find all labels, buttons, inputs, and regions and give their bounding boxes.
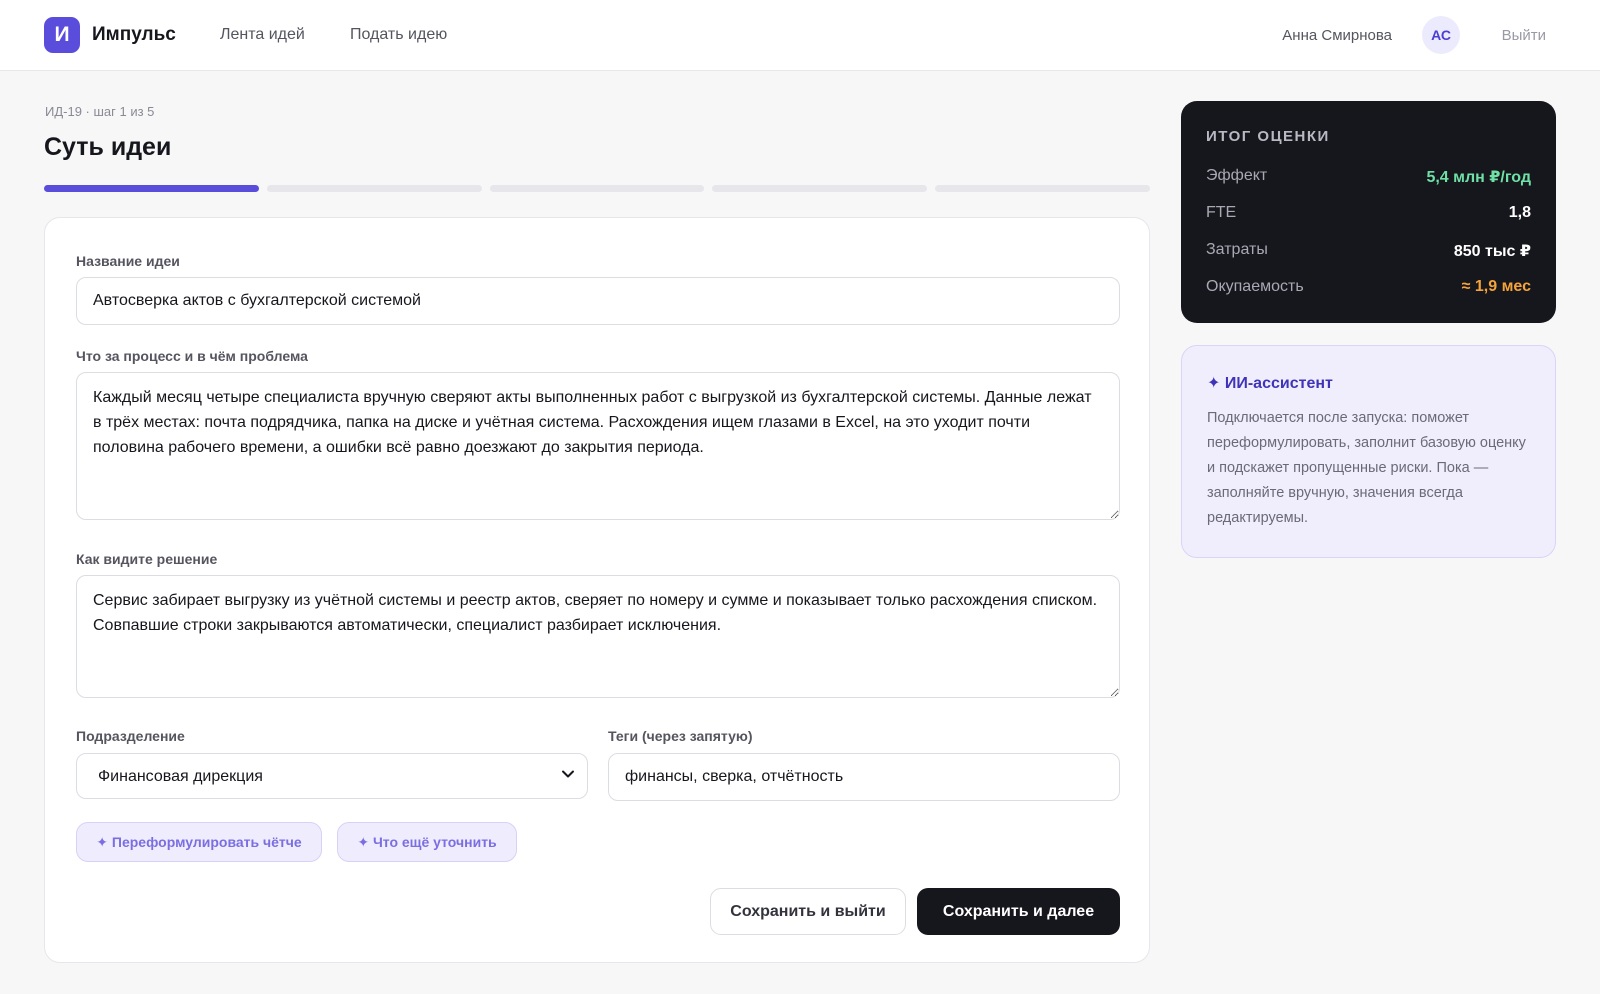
save-and-next-button[interactable]: Сохранить и далее — [917, 888, 1120, 935]
page-title: Суть идеи — [44, 133, 172, 161]
idea-title-label: Название идеи — [76, 253, 180, 269]
ai-assistant-text: Подключается после запуска: поможет пере… — [1207, 410, 1526, 526]
idea-title-input[interactable] — [76, 277, 1120, 325]
save-and-exit-button[interactable]: Сохранить и выйти — [710, 888, 906, 935]
summary-value: ≈ 1,9 мес — [1461, 278, 1531, 295]
tags-input[interactable] — [608, 753, 1120, 801]
department-label: Подразделение — [76, 728, 185, 744]
evaluation-summary-panel: ИТОГ ОЦЕНКИ Эффект 5,4 млн ₽/год FTE 1,8… — [1181, 101, 1556, 323]
step-segment-3 — [489, 185, 705, 192]
summary-title: ИТОГ ОЦЕНКИ — [1206, 128, 1330, 145]
summary-row-fte: FTE 1,8 — [1206, 202, 1531, 224]
solution-label: Как видите решение — [76, 551, 218, 567]
problem-label: Что за процесс и в чём проблема — [76, 348, 308, 364]
nav-submit-idea[interactable]: Подать идею — [350, 26, 447, 44]
step-segment-2 — [266, 185, 482, 192]
step-segment-4 — [712, 185, 928, 192]
summary-row-payback: Окупаемость ≈ 1,9 мес — [1206, 276, 1531, 298]
problem-textarea[interactable]: Каждый месяц четыре специалиста вручную … — [76, 372, 1120, 520]
idea-form-card: Название идеи Что за процесс и в чём про… — [44, 217, 1150, 963]
solution-textarea[interactable]: Сервис забирает выгрузку из учётной сист… — [76, 575, 1120, 698]
clarify-button[interactable]: ✦ Что ещё уточнить — [337, 822, 517, 862]
logo-icon[interactable]: И — [44, 17, 80, 53]
tags-label: Теги (через запятую) — [608, 728, 753, 744]
summary-row-costs: Затраты 850 тыс ₽ — [1206, 239, 1531, 261]
summary-label: FTE — [1206, 204, 1237, 221]
department-select[interactable]: Финансовая дирекция — [76, 753, 588, 799]
breadcrumb: ИД-19 · шаг 1 из 5 — [45, 104, 155, 119]
brand-name[interactable]: Импульс — [92, 24, 176, 46]
summary-value: 850 тыс ₽ — [1453, 243, 1531, 260]
avatar[interactable]: АС — [1422, 16, 1460, 54]
rephrase-button[interactable]: ✦ Переформулировать чётче — [76, 822, 322, 862]
ai-assistant-title: ✦ ИИ-ассистент — [1207, 375, 1333, 392]
step-progress — [44, 185, 1150, 192]
summary-label: Окупаемость — [1206, 278, 1304, 295]
department-selected-value: Финансовая дирекция — [98, 768, 263, 785]
step-segment-1 — [44, 185, 259, 192]
summary-label: Эффект — [1206, 167, 1268, 184]
chevron-down-icon — [561, 767, 575, 784]
step-segment-5 — [935, 185, 1150, 192]
summary-value: 5,4 млн ₽/год — [1426, 169, 1531, 186]
top-bar: И Импульс Лента идей Подать идею Анна См… — [0, 0, 1600, 71]
logout-link[interactable]: Выйти — [1502, 27, 1546, 44]
summary-row-effect: Эффект 5,4 млн ₽/год — [1206, 165, 1531, 187]
nav-ideas-feed[interactable]: Лента идей — [220, 26, 305, 44]
summary-value: 1,8 — [1508, 204, 1531, 221]
ai-assistant-panel: ✦ ИИ-ассистент Подключается после запуск… — [1181, 345, 1556, 558]
user-name: Анна Смирнова — [1282, 27, 1392, 44]
summary-label: Затраты — [1206, 241, 1268, 258]
